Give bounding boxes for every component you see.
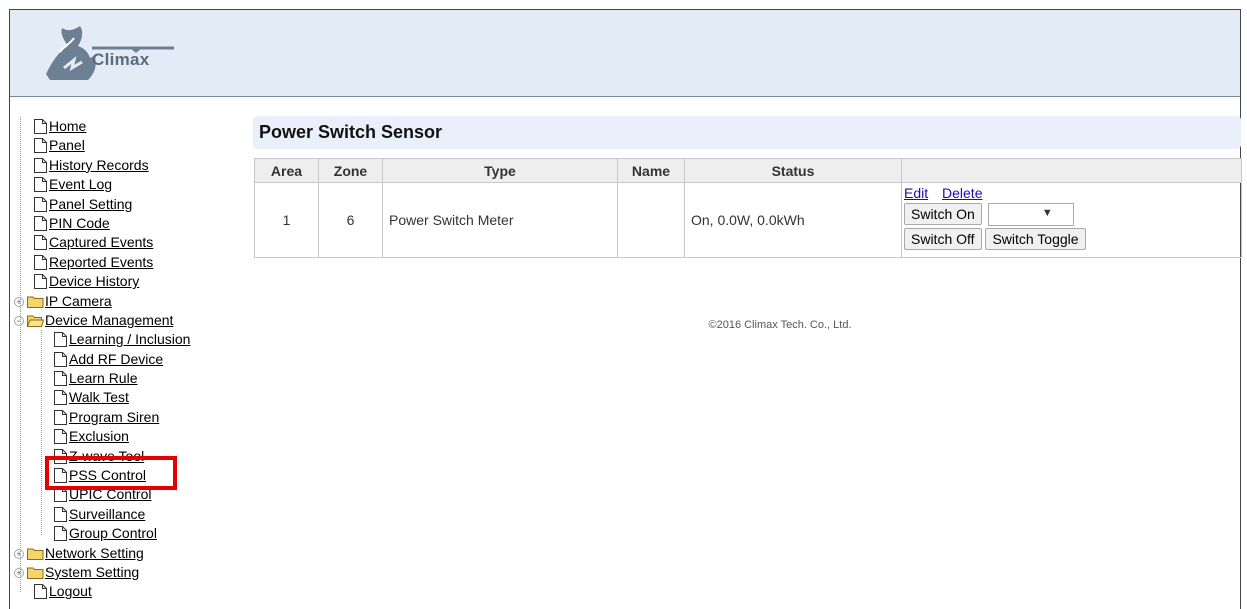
sidebar-item-learning-inclusion[interactable]: Learning / Inclusion: [14, 330, 234, 349]
sidebar-tree: Home Panel History Records Event Log Panel S…: [14, 117, 234, 602]
sidebar-item-reported-events[interactable]: Reported Events: [14, 253, 234, 272]
sidebar-item-surveillance[interactable]: Surveillance: [14, 505, 234, 524]
cell-zone: 6: [318, 182, 383, 258]
sidebar-item-network-setting[interactable]: + Network Setting: [14, 544, 234, 563]
sidebar-item-home[interactable]: Home: [14, 117, 234, 136]
sidebar-item-pin-code[interactable]: PIN Code: [14, 214, 234, 233]
switch-toggle-button[interactable]: Switch Toggle: [985, 228, 1086, 250]
sidebar-item-group-control[interactable]: Group Control: [14, 524, 234, 543]
sidebar-item-label[interactable]: Reported Events: [49, 254, 153, 270]
col-status: Status: [684, 158, 902, 183]
sidebar-item-label[interactable]: Logout: [49, 583, 92, 599]
sidebar-item-label[interactable]: Add RF Device: [69, 351, 163, 367]
col-area: Area: [254, 158, 319, 183]
sidebar-item-label[interactable]: Panel Setting: [49, 196, 132, 212]
sidebar-item-ip-camera[interactable]: + IP Camera: [14, 292, 234, 311]
sidebar-item-label[interactable]: Surveillance: [69, 506, 145, 522]
climax-logo: Climax: [44, 22, 194, 86]
table-row: 1 6 Power Switch Meter On, 0.0W, 0.0kWh …: [254, 182, 1242, 258]
header-bar: Climax: [10, 10, 1240, 97]
cell-name: [617, 182, 685, 258]
sidebar-item-label[interactable]: Device History: [49, 273, 139, 289]
sidebar-item-panel[interactable]: Panel: [14, 136, 234, 155]
document-icon: [34, 177, 47, 193]
expand-icon[interactable]: +: [14, 548, 24, 559]
document-icon: [34, 254, 47, 270]
sidebar-item-label[interactable]: PIN Code: [49, 215, 110, 231]
sidebar-item-label[interactable]: Group Control: [69, 525, 157, 541]
sidebar-item-add-rf-device[interactable]: Add RF Device: [14, 350, 234, 369]
folder-icon: [27, 565, 44, 579]
sidebar-item-label[interactable]: Captured Events: [49, 234, 153, 250]
device-select[interactable]: ▼: [987, 203, 1074, 226]
sidebar-item-label[interactable]: Learn Rule: [69, 370, 138, 386]
document-icon: [54, 371, 67, 387]
expand-icon[interactable]: +: [14, 567, 24, 578]
sidebar-item-exclusion[interactable]: Exclusion: [14, 427, 234, 446]
cell-status: On, 0.0W, 0.0kWh: [684, 182, 902, 258]
document-icon: [54, 526, 67, 542]
col-zone: Zone: [318, 158, 383, 183]
sidebar-item-label[interactable]: Learning / Inclusion: [69, 331, 190, 347]
document-icon: [54, 332, 67, 348]
page-title: Power Switch Sensor: [253, 116, 1241, 149]
folder-icon: [27, 546, 44, 560]
table-header-row: Area Zone Type Name Status: [254, 158, 1242, 183]
dropdown-arrow-icon: ▼: [1041, 207, 1053, 219]
tree-connector-line: [20, 117, 21, 592]
sidebar-item-label[interactable]: Event Log: [49, 176, 112, 192]
document-icon: [54, 429, 67, 445]
sidebar-item-system-setting[interactable]: + System Setting: [14, 563, 234, 582]
cell-area: 1: [254, 182, 319, 258]
sidebar-item-panel-setting[interactable]: Panel Setting: [14, 195, 234, 214]
sidebar-item-walk-test[interactable]: Walk Test: [14, 388, 234, 407]
col-name: Name: [617, 158, 685, 183]
sidebar-item-label[interactable]: Program Siren: [69, 409, 159, 425]
switch-off-button[interactable]: Switch Off: [904, 228, 982, 250]
document-icon: [54, 506, 67, 522]
document-icon: [34, 584, 47, 600]
sidebar-item-label[interactable]: History Records: [49, 157, 149, 173]
document-icon: [34, 215, 47, 231]
sidebar-item-captured-events[interactable]: Captured Events: [14, 233, 234, 252]
document-icon: [54, 390, 67, 406]
sidebar-item-logout[interactable]: Logout: [14, 582, 234, 601]
pss-table: Area Zone Type Name Status 1 6 Power Swi…: [254, 158, 1242, 258]
sidebar-item-label[interactable]: IP Camera: [45, 293, 112, 309]
sidebar-item-learn-rule[interactable]: Learn Rule: [14, 369, 234, 388]
cell-actions: Edit Delete Switch On ▼ Switch Off Switc…: [901, 182, 1242, 258]
sidebar-item-label[interactable]: Network Setting: [45, 545, 144, 561]
document-icon: [34, 235, 47, 251]
sidebar-item-label[interactable]: Panel: [49, 137, 85, 153]
switch-on-button[interactable]: Switch On: [904, 203, 982, 225]
col-type: Type: [382, 158, 618, 183]
document-icon: [34, 157, 47, 173]
document-icon: [54, 351, 67, 367]
delete-link[interactable]: Delete: [942, 185, 982, 201]
brand-name: Climax: [92, 50, 150, 69]
document-icon: [34, 119, 47, 134]
folder-icon: [27, 294, 44, 308]
tree-connector-line: [41, 330, 42, 535]
document-icon: [34, 196, 47, 212]
col-actions: [901, 158, 1242, 183]
pss-control-highlight: [45, 456, 177, 490]
sidebar-item-label[interactable]: Exclusion: [69, 428, 129, 444]
sidebar-item-device-history[interactable]: Device History: [14, 272, 234, 291]
document-icon: [54, 409, 67, 425]
sidebar-item-label[interactable]: Walk Test: [69, 389, 129, 405]
sidebar-item-label[interactable]: Home: [49, 118, 86, 134]
edit-link[interactable]: Edit: [904, 185, 928, 201]
sidebar-item-program-siren[interactable]: Program Siren: [14, 408, 234, 427]
document-icon: [34, 274, 47, 290]
sidebar-item-event-log[interactable]: Event Log: [14, 175, 234, 194]
document-icon: [34, 138, 47, 154]
copyright-footer: ©2016 Climax Tech. Co., Ltd.: [708, 319, 852, 331]
sidebar-item-history-records[interactable]: History Records: [14, 156, 234, 175]
sidebar-item-label[interactable]: System Setting: [45, 564, 139, 580]
cell-type: Power Switch Meter: [382, 182, 618, 258]
expand-icon[interactable]: +: [14, 296, 24, 307]
